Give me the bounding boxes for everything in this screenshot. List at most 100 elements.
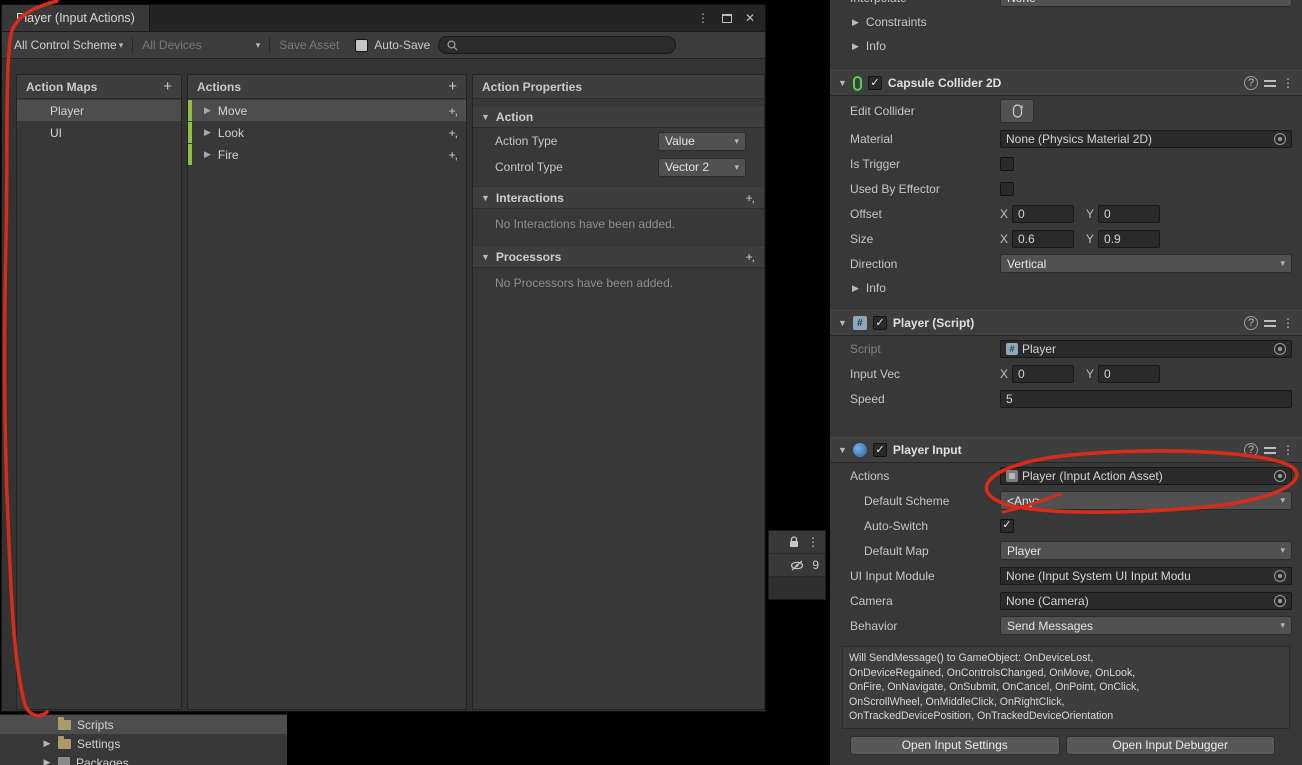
open-input-settings-button[interactable]: Open Input Settings [850, 736, 1060, 755]
save-asset-button[interactable]: Save Asset [273, 32, 345, 58]
capsule-collider-header[interactable]: ▼ ✓ Capsule Collider 2D ? ⋮ [830, 70, 1302, 96]
control-type-dropdown[interactable]: Vector 2 ▾ [658, 158, 746, 177]
info-label: Info [866, 39, 886, 53]
add-action-button[interactable]: + [448, 78, 457, 95]
camera-object-field[interactable]: None (Camera) [1000, 592, 1292, 610]
add-binding-button[interactable]: +, [449, 126, 457, 140]
action-map-label: Player [50, 104, 84, 118]
search-input[interactable] [438, 36, 676, 54]
material-object-field[interactable]: None (Physics Material 2D) [1000, 130, 1292, 148]
input-vec-x-field[interactable]: 0 [1012, 365, 1074, 383]
action-item-look[interactable]: ▶ Look +, [188, 122, 466, 143]
presets-icon[interactable] [1264, 318, 1276, 329]
default-scheme-dropdown[interactable]: <Any> ▾ [1000, 491, 1292, 510]
capsule-collider-icon [853, 76, 862, 91]
script-value: Player [1022, 342, 1266, 356]
chevron-right-icon[interactable]: ▶ [204, 149, 211, 160]
eye-hidden-icon[interactable] [790, 560, 804, 571]
kebab-menu-icon[interactable]: ⋮ [1282, 443, 1294, 457]
player-input-header[interactable]: ▼ ✓ Player Input ? ⋮ [830, 437, 1302, 463]
size-y-field[interactable]: 0.9 [1098, 230, 1160, 248]
player-script-header[interactable]: ▼ # ✓ Player (Script) ? ⋮ [830, 310, 1302, 336]
ui-input-module-object-field[interactable]: None (Input System UI Input Modu [1000, 567, 1292, 585]
object-picker-icon[interactable] [1274, 470, 1286, 482]
default-map-dropdown[interactable]: Player ▾ [1000, 541, 1292, 560]
action-type-value: Value [665, 134, 695, 148]
add-binding-button[interactable]: +, [449, 104, 457, 118]
action-item-move[interactable]: ▶ Move +, [188, 100, 466, 121]
collider-info-label: Info [866, 281, 886, 295]
lock-icon[interactable] [789, 536, 799, 548]
maximize-icon[interactable] [722, 14, 732, 23]
help-icon[interactable]: ? [1244, 316, 1258, 330]
chevron-down-icon: ▼ [838, 78, 847, 88]
help-icon[interactable]: ? [1244, 76, 1258, 90]
info-foldout[interactable]: ▶ Info [830, 34, 1302, 58]
chevron-right-icon: ▶ [852, 17, 859, 28]
used-by-effector-checkbox[interactable] [1000, 182, 1014, 196]
kebab-menu-icon[interactable]: ⋮ [1282, 316, 1294, 330]
speed-field[interactable]: 5 [1000, 390, 1292, 408]
kebab-menu-icon[interactable]: ⋮ [1282, 76, 1294, 90]
object-picker-icon[interactable] [1274, 343, 1286, 355]
object-picker-icon[interactable] [1274, 570, 1286, 582]
action-section-header[interactable]: ▼ Action [473, 105, 764, 128]
is-trigger-checkbox[interactable] [1000, 157, 1014, 171]
offset-x-field[interactable]: 0 [1012, 205, 1074, 223]
behavior-dropdown[interactable]: Send Messages ▾ [1000, 616, 1292, 635]
window-titlebar: Player (Input Actions) ⋮ ✕ [2, 5, 765, 32]
project-item-scripts[interactable]: Scripts [0, 715, 287, 734]
edit-collider-button[interactable] [1000, 99, 1034, 123]
object-picker-icon[interactable] [1274, 595, 1286, 607]
action-item-fire[interactable]: ▶ Fire +, [188, 144, 466, 165]
window-title: Player (Input Actions) [16, 11, 135, 25]
project-item-settings[interactable]: ▶ Settings [0, 734, 287, 753]
add-binding-button[interactable]: +, [449, 148, 457, 162]
component-enabled-checkbox[interactable]: ✓ [873, 316, 887, 330]
offset-y-field[interactable]: 0 [1098, 205, 1160, 223]
open-input-debugger-button[interactable]: Open Input Debugger [1066, 736, 1276, 755]
action-map-item-player[interactable]: Player [17, 100, 181, 121]
object-picker-icon[interactable] [1274, 133, 1286, 145]
help-icon[interactable]: ? [1244, 443, 1258, 457]
actions-object-field[interactable]: Player (Input Action Asset) [1000, 467, 1292, 485]
kebab-menu-icon[interactable]: ⋮ [807, 535, 819, 549]
chevron-right-icon[interactable]: ▶ [42, 738, 52, 749]
size-x-field[interactable]: 0.6 [1012, 230, 1074, 248]
component-enabled-checkbox[interactable]: ✓ [873, 443, 887, 457]
auto-save-checkbox[interactable] [355, 39, 368, 52]
input-vec-y-field[interactable]: 0 [1098, 365, 1160, 383]
interactions-section-header[interactable]: ▼ Interactions +, [473, 186, 764, 209]
devices-dropdown[interactable]: All Devices ▾ [136, 32, 266, 58]
interpolate-dropdown[interactable]: None ▾ [1000, 0, 1292, 7]
default-map-row: Default Map Player ▾ [830, 538, 1302, 563]
chevron-right-icon[interactable]: ▶ [204, 105, 211, 116]
project-item-packages[interactable]: ▶ Packages [0, 753, 287, 765]
kebab-menu-icon[interactable]: ⋮ [697, 11, 709, 25]
direction-row: Direction Vertical ▾ [830, 251, 1302, 276]
script-object-field[interactable]: # Player [1000, 340, 1292, 358]
direction-dropdown[interactable]: Vertical ▾ [1000, 254, 1292, 273]
add-processor-button[interactable]: +, [746, 250, 754, 264]
action-type-dropdown[interactable]: Value ▾ [658, 132, 746, 151]
chevron-right-icon[interactable]: ▶ [42, 757, 52, 765]
collider-info-foldout[interactable]: ▶ Info [830, 276, 1302, 300]
size-row: Size X 0.6 Y 0.9 [830, 226, 1302, 251]
component-enabled-checkbox[interactable]: ✓ [868, 76, 882, 90]
question-glyph: ? [1248, 77, 1254, 89]
presets-icon[interactable] [1264, 445, 1276, 456]
action-properties-panel: Action Properties ▼ Action Action Type V… [472, 74, 765, 710]
auto-switch-checkbox[interactable]: ✓ [1000, 519, 1014, 533]
chevron-right-icon[interactable]: ▶ [204, 127, 211, 138]
processors-section-header[interactable]: ▼ Processors +, [473, 245, 764, 268]
presets-icon[interactable] [1264, 78, 1276, 89]
window-tab[interactable]: Player (Input Actions) [2, 5, 150, 31]
action-label: Fire [218, 148, 239, 162]
close-icon[interactable]: ✕ [745, 11, 755, 25]
constraints-foldout[interactable]: ▶ Constraints [830, 10, 1302, 34]
chevron-right-icon: ▶ [852, 283, 859, 294]
add-interaction-button[interactable]: +, [746, 191, 754, 205]
add-action-map-button[interactable]: + [163, 78, 172, 95]
control-scheme-dropdown[interactable]: All Control Scheme ▾ [8, 32, 129, 58]
action-map-item-ui[interactable]: UI [17, 122, 181, 143]
